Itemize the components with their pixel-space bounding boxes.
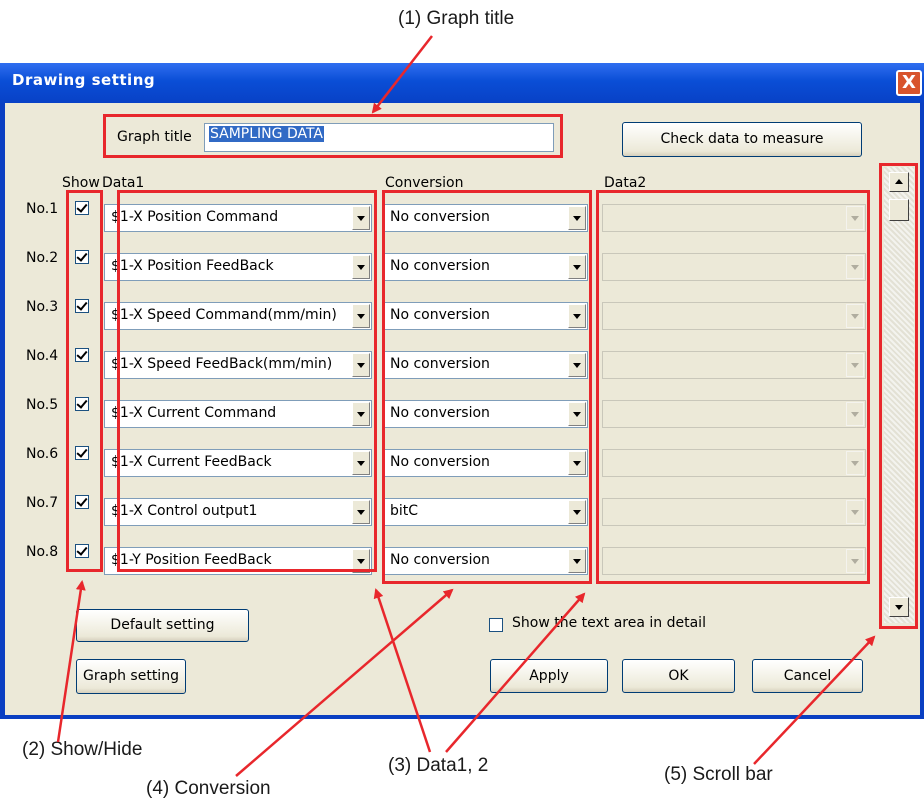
arrow-show-hide bbox=[56, 580, 86, 743]
callout-arrows bbox=[56, 35, 876, 777]
arrow-scrollbar bbox=[753, 635, 876, 765]
arrow-data2 bbox=[445, 592, 586, 753]
arrow-conversion bbox=[235, 588, 454, 777]
arrow-graph-title bbox=[371, 35, 433, 114]
